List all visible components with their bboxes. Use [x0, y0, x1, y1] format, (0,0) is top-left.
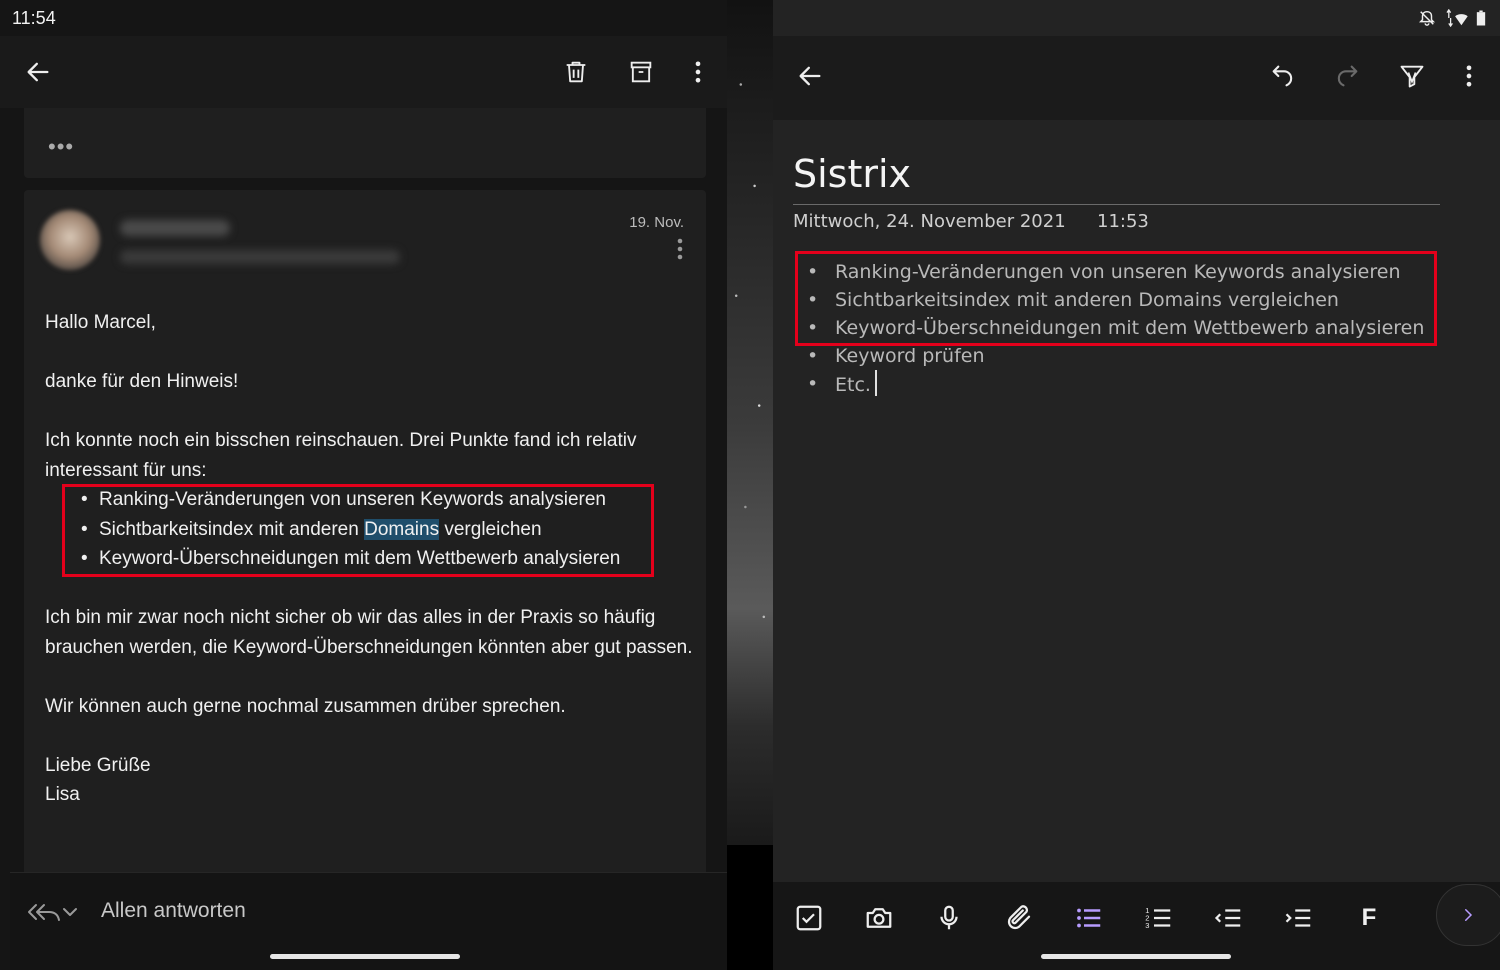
wifi-data-icon: [1446, 9, 1468, 27]
body-paragraph: Ich bin mir zwar noch nicht sicher ob wi…: [45, 607, 693, 658]
home-indicator[interactable]: [270, 954, 460, 959]
note-back-button[interactable]: [790, 56, 830, 96]
status-time: 11:54: [12, 8, 56, 28]
note-pane: Sistrix Mittwoch, 24. November 2021 11:5…: [773, 0, 1500, 970]
list-item-text[interactable]: Etc.: [835, 374, 871, 396]
note-toolbar: [773, 36, 1500, 120]
microphone-button[interactable]: [929, 898, 969, 938]
reply-all-button[interactable]: Allen antworten: [101, 899, 246, 923]
outdent-button[interactable]: [1209, 898, 1249, 938]
more-vertical-icon[interactable]: [670, 236, 690, 266]
undo-icon: [1272, 65, 1293, 87]
previous-message-card[interactable]: •••: [24, 108, 706, 178]
redo-button[interactable]: [1327, 56, 1367, 96]
title-divider: [793, 204, 1440, 205]
annotation-highlight-box: [62, 484, 654, 577]
delete-button[interactable]: [556, 52, 596, 92]
more-vertical-icon: [695, 61, 701, 83]
indent-icon: [1285, 909, 1311, 927]
greeting: Hallo Marcel,: [45, 312, 156, 333]
checkbox-button[interactable]: [789, 898, 829, 938]
svg-text:3: 3: [1145, 921, 1149, 930]
annotation-highlight-box: [795, 251, 1437, 346]
chevron-right-icon: [1465, 909, 1473, 921]
undo-button[interactable]: [1263, 56, 1303, 96]
highlighter-button[interactable]: [1392, 56, 1432, 96]
attachment-icon: [1007, 905, 1031, 930]
note-date: Mittwoch, 24. November 2021: [793, 211, 1066, 232]
note-time: 11:53: [1097, 211, 1149, 232]
note-more-button[interactable]: [1449, 56, 1489, 96]
reply-all-icon[interactable]: [26, 895, 82, 929]
avatar[interactable]: [40, 210, 100, 270]
list-item-last[interactable]: Etc.: [807, 370, 1424, 399]
back-button[interactable]: [18, 52, 58, 92]
checkbox-icon: [796, 905, 822, 931]
bulleted-list-icon: [1077, 908, 1101, 928]
note-title[interactable]: Sistrix: [793, 152, 911, 196]
recipients-redacted: [120, 250, 400, 264]
attachment-button[interactable]: [999, 898, 1039, 938]
redo-icon: [1337, 65, 1358, 87]
collapsed-quote-ellipsis[interactable]: •••: [48, 134, 74, 160]
more-vertical-icon: [1466, 65, 1472, 87]
body-line: danke für den Hinweis!: [45, 371, 239, 392]
signature: Lisa: [45, 784, 80, 805]
highlighter-icon: [1400, 65, 1424, 88]
home-indicator[interactable]: [1041, 954, 1231, 959]
mail-pane: 11:54 ••• 19. Nov. Hallo Marcel, danke f…: [0, 0, 727, 970]
arrow-left-icon: [27, 62, 49, 82]
camera-button[interactable]: [859, 898, 899, 938]
status-icons: [1418, 8, 1486, 28]
trash-icon: [566, 61, 586, 83]
closing: Liebe Grüße: [45, 754, 151, 776]
camera-icon: [866, 908, 892, 928]
mail-toolbar: [0, 36, 727, 108]
archive-button[interactable]: [621, 52, 661, 92]
archive-icon: [630, 61, 652, 83]
notifications-off-icon: [1418, 10, 1436, 26]
outdent-icon: [1214, 909, 1241, 927]
arrow-left-icon: [799, 66, 821, 86]
bold-button[interactable]: F: [1349, 898, 1389, 938]
indent-button[interactable]: [1279, 898, 1319, 938]
wallpaper-strip: [727, 0, 773, 845]
toolbar-expand-button[interactable]: [1436, 884, 1500, 946]
microphone-icon: [940, 905, 958, 930]
numbered-list-button[interactable]: 123: [1139, 898, 1179, 938]
bulleted-list-button[interactable]: [1069, 898, 1109, 938]
body-paragraph: Ich konnte noch ein bisschen reinschauen…: [45, 430, 637, 481]
mail-more-button[interactable]: [678, 52, 718, 92]
list-item[interactable]: Keyword prüfen: [807, 342, 1424, 370]
text-cursor: [874, 370, 877, 396]
sender-name-redacted: [120, 220, 230, 236]
battery-icon: [1476, 10, 1486, 26]
body-paragraph: Wir können auch gerne nochmal zusammen d…: [45, 695, 566, 717]
divider-bottom: [727, 845, 773, 970]
numbered-list-icon: 123: [1145, 906, 1171, 930]
message-date: 19. Nov.: [629, 214, 684, 231]
bold-label: F: [1361, 904, 1377, 931]
